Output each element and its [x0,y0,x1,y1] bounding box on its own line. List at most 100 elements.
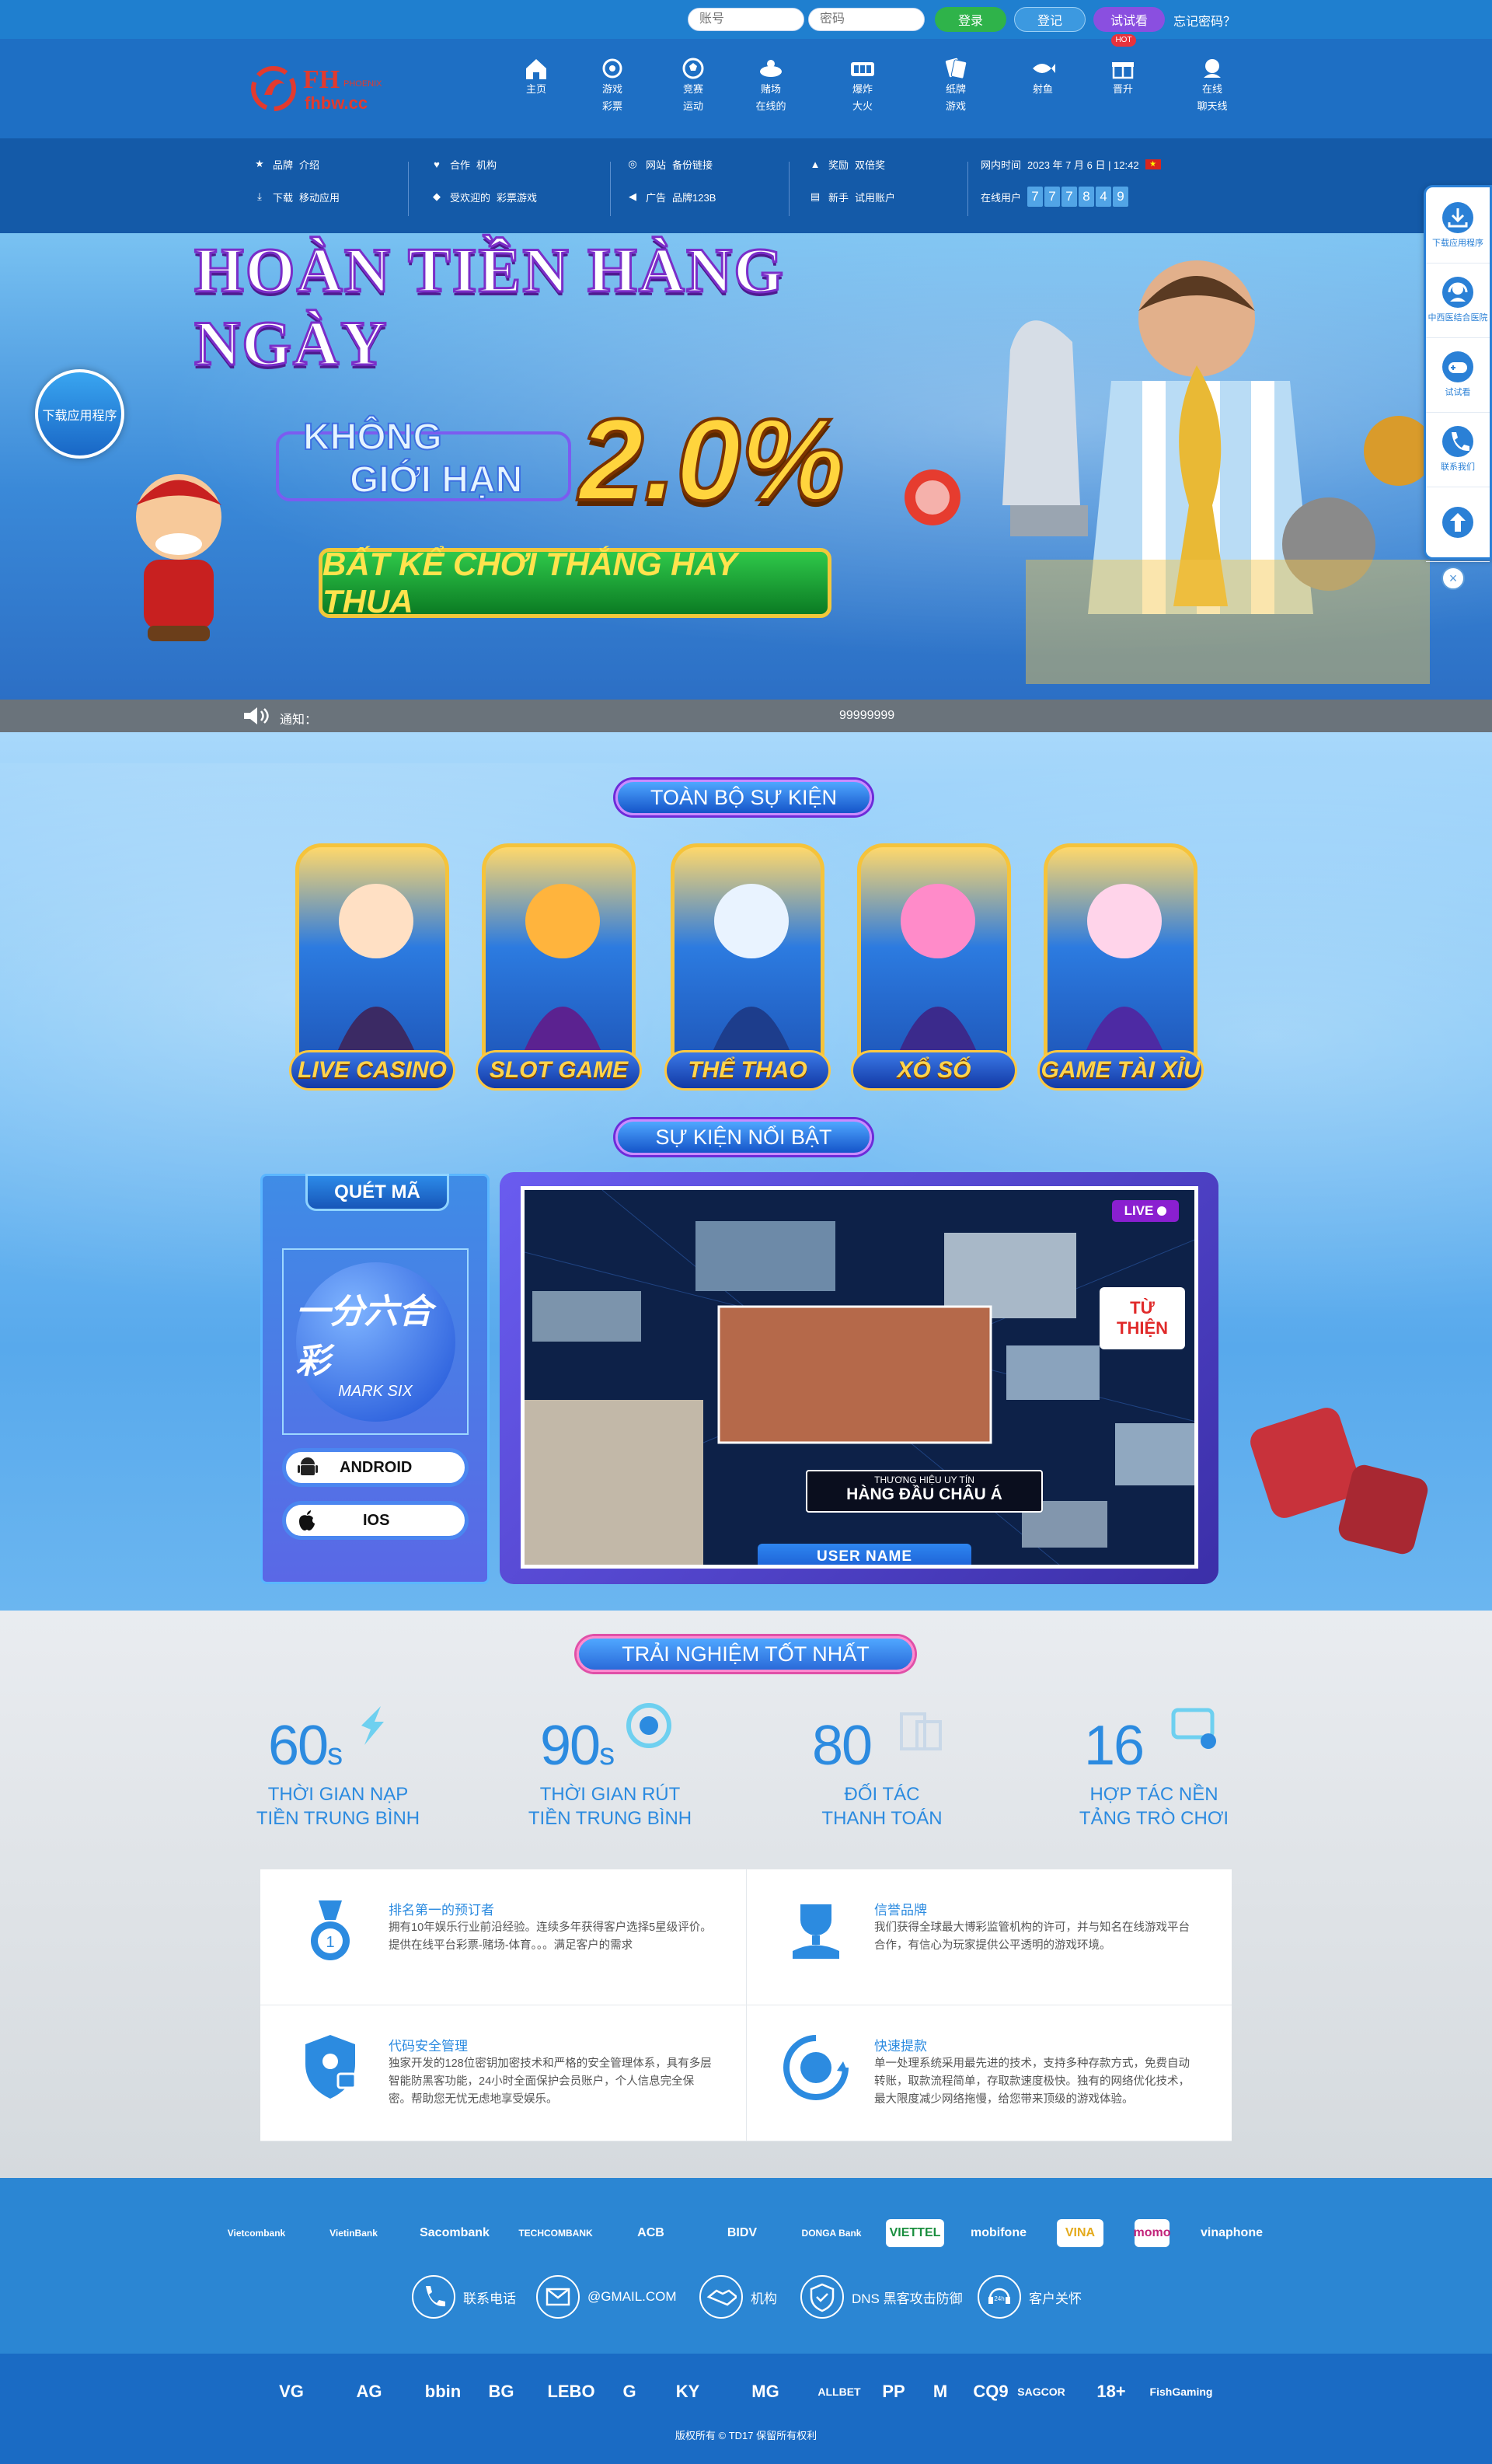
apple-icon [299,1510,315,1530]
chat-agent-icon [1204,59,1221,78]
marksix-logo: 一分六合彩 MARK SIX [295,1262,455,1422]
contact-item[interactable]: 联系电话 [412,2274,516,2320]
featured-video[interactable]: LIVE TỪ THIỆN THƯƠNG HIỆU UY TÍN HÀNG ĐẦU… [521,1186,1198,1569]
mascot-illustration [136,474,221,641]
heart-icon: ♥ [434,158,440,170]
float-item[interactable]: 下载应用程序 [1426,187,1490,264]
close-float-icon[interactable]: × [1441,567,1465,590]
float-item-label: 试试看 [1445,387,1471,397]
event-card[interactable]: LIVE CASINO [289,843,455,1091]
float-item[interactable]: 试试看 [1426,337,1490,413]
info-download-label[interactable]: 下载 [273,190,293,204]
nav-item[interactable]: 爆炸 大火 [831,56,894,115]
info-popular-value[interactable]: 彩票游戏 [497,190,537,204]
divider [967,162,968,216]
login-button[interactable]: 登录 [935,7,1006,32]
info-newbie-value[interactable]: 试用账户 [855,190,895,204]
bank-logo: vinaphone [1200,2226,1263,2239]
nav-item[interactable]: 游戏 彩票 [581,56,643,115]
trial-button[interactable]: 试试看 [1093,7,1165,32]
bank-logo: ACB [637,2226,664,2239]
event-card-image [857,843,1011,1073]
event-card[interactable]: THỂ THAO [664,843,831,1091]
android-download-button[interactable]: ANDROID [282,1448,469,1487]
feature-title: 信誉品牌 [874,1903,927,1918]
contact-item[interactable]: 机构 [699,2274,777,2320]
promo-banner[interactable]: HOÀN TIỀN HÀNG NGÀY KHÔNG GIỚI HẠN 2.0% … [0,233,1492,700]
info-ads-value[interactable]: 品牌123B [672,190,716,204]
info-brand-value[interactable]: 介绍 [299,157,319,172]
info-brand-label[interactable]: 品牌 [273,157,293,172]
float-item-label: 联系我们 [1441,462,1475,472]
info-site-value[interactable]: 备份链接 [672,157,713,172]
float-item[interactable]: 联系我们 [1426,411,1490,487]
nav-item[interactable]: 竞赛 运动 [662,56,724,115]
info-partner-label[interactable]: 合作 [450,157,470,172]
password-input[interactable] [808,8,925,31]
contact-item[interactable]: 24h 客户关怀 [978,2274,1082,2320]
nav-item[interactable]: 纸牌 游戏 [925,56,987,115]
event-card-label: THỂ THAO [664,1050,831,1091]
server-time-value: 2023 年 7 月 6 日 | 12:42 [1027,159,1139,171]
stat-item: 60s THỜI GIAN NẠP TIỀN TRUNG BÌNH [229,1702,447,1831]
user-name-tag: USER NAME [758,1544,971,1565]
info-group-site: ◎ 网站 备份链接 ◀ 广告 品牌123B [626,154,716,219]
stat-number: 60s [268,1715,343,1777]
feature-icon [305,2035,357,2099]
partner-logo: FishGaming [1149,2385,1213,2398]
partner-logo: VG [279,2382,304,2401]
ios-download-button[interactable]: IOS [282,1501,469,1540]
marksix-box[interactable]: 一分六合彩 MARK SIX [282,1248,469,1435]
app-download-circle[interactable]: 下载应用程序 [35,369,124,459]
info-popular-label[interactable]: 受欢迎的 [450,190,490,204]
phone-icon [1452,431,1469,451]
register-button[interactable]: 登记 [1014,7,1086,32]
stat-number: 90s [540,1715,615,1777]
info-reward-label[interactable]: 奖励 [828,157,849,172]
partner-logo: MG [751,2382,779,2401]
username-input[interactable] [688,8,804,31]
online-digit: 8 [1079,187,1095,207]
online-digit: 7 [1027,187,1044,207]
live-label: LIVE [1124,1203,1154,1218]
info-download-value[interactable]: 移动应用 [299,190,340,204]
info-site-label[interactable]: 网站 [646,157,666,172]
info-ads-label[interactable]: 广告 [646,190,666,204]
nav-item[interactable]: 晋升 [1092,56,1154,98]
event-card-image [1044,843,1197,1073]
featured-video-frame[interactable]: LIVE TỪ THIỆN THƯƠNG HIỆU UY TÍN HÀNG ĐẦU… [500,1172,1218,1584]
event-card[interactable]: SLOT GAME [476,843,642,1091]
event-card[interactable]: XỔ SỐ [851,843,1017,1091]
nav-item[interactable]: 主页 [505,56,567,98]
feature-item: 信誉品牌 我们获得全球最大博彩监管机构的许可，并与知名在线游戏平台合作，有信心为玩… [746,1869,1232,2005]
info-partner-value[interactable]: 机构 [476,157,497,172]
bank-logo: VietinBank [329,2228,378,2239]
nav-item[interactable]: 赌场 在线的 [740,56,802,115]
partner-logo: bbin [424,2382,462,2401]
divider [408,162,409,216]
nav-item[interactable]: 在线 聊天线 [1181,56,1243,115]
event-card[interactable]: GAME TÀI XỈU [1037,843,1204,1091]
charity-line2: THIỆN [1117,1318,1168,1338]
fish-icon [1033,64,1055,73]
contact-label: @GMAIL.COM [587,2289,677,2304]
float-item[interactable]: 中西医结合医院 [1426,262,1490,338]
info-newbie-label[interactable]: 新手 [828,190,849,204]
partner-logo: 18+ [1096,2382,1126,2401]
bank-logo: VIETTEL [886,2219,944,2247]
featured-events-title: SỰ KIỆN NỔI BẬT [615,1119,872,1155]
info-reward-value[interactable]: 双倍奖 [855,157,885,172]
brand-tagline-box: THƯƠNG HIỆU UY TÍN HÀNG ĐẦU CHÂU Á [806,1470,1043,1513]
svg-text:24h: 24h [994,2295,1004,2302]
experience-title: TRẢI NGHIỆM TỐT NHẤT [577,1636,915,1672]
contact-item[interactable]: @GMAIL.COM [536,2274,677,2320]
forgot-password-link[interactable]: 忘记密码？ [1173,11,1236,30]
nav-item[interactable]: 射鱼 [1012,56,1074,98]
globe-icon: ◎ [628,158,637,169]
dice-decoration [1250,1408,1428,1555]
float-item[interactable] [1426,486,1490,562]
hot-badge: HOT [1111,34,1136,47]
site-logo[interactable]: FH PHOENIX fhbw.cc [249,62,404,117]
megaphone-icon: ◀ [629,190,636,202]
contact-item[interactable]: DNS 黑客攻击防御 [800,2274,963,2320]
